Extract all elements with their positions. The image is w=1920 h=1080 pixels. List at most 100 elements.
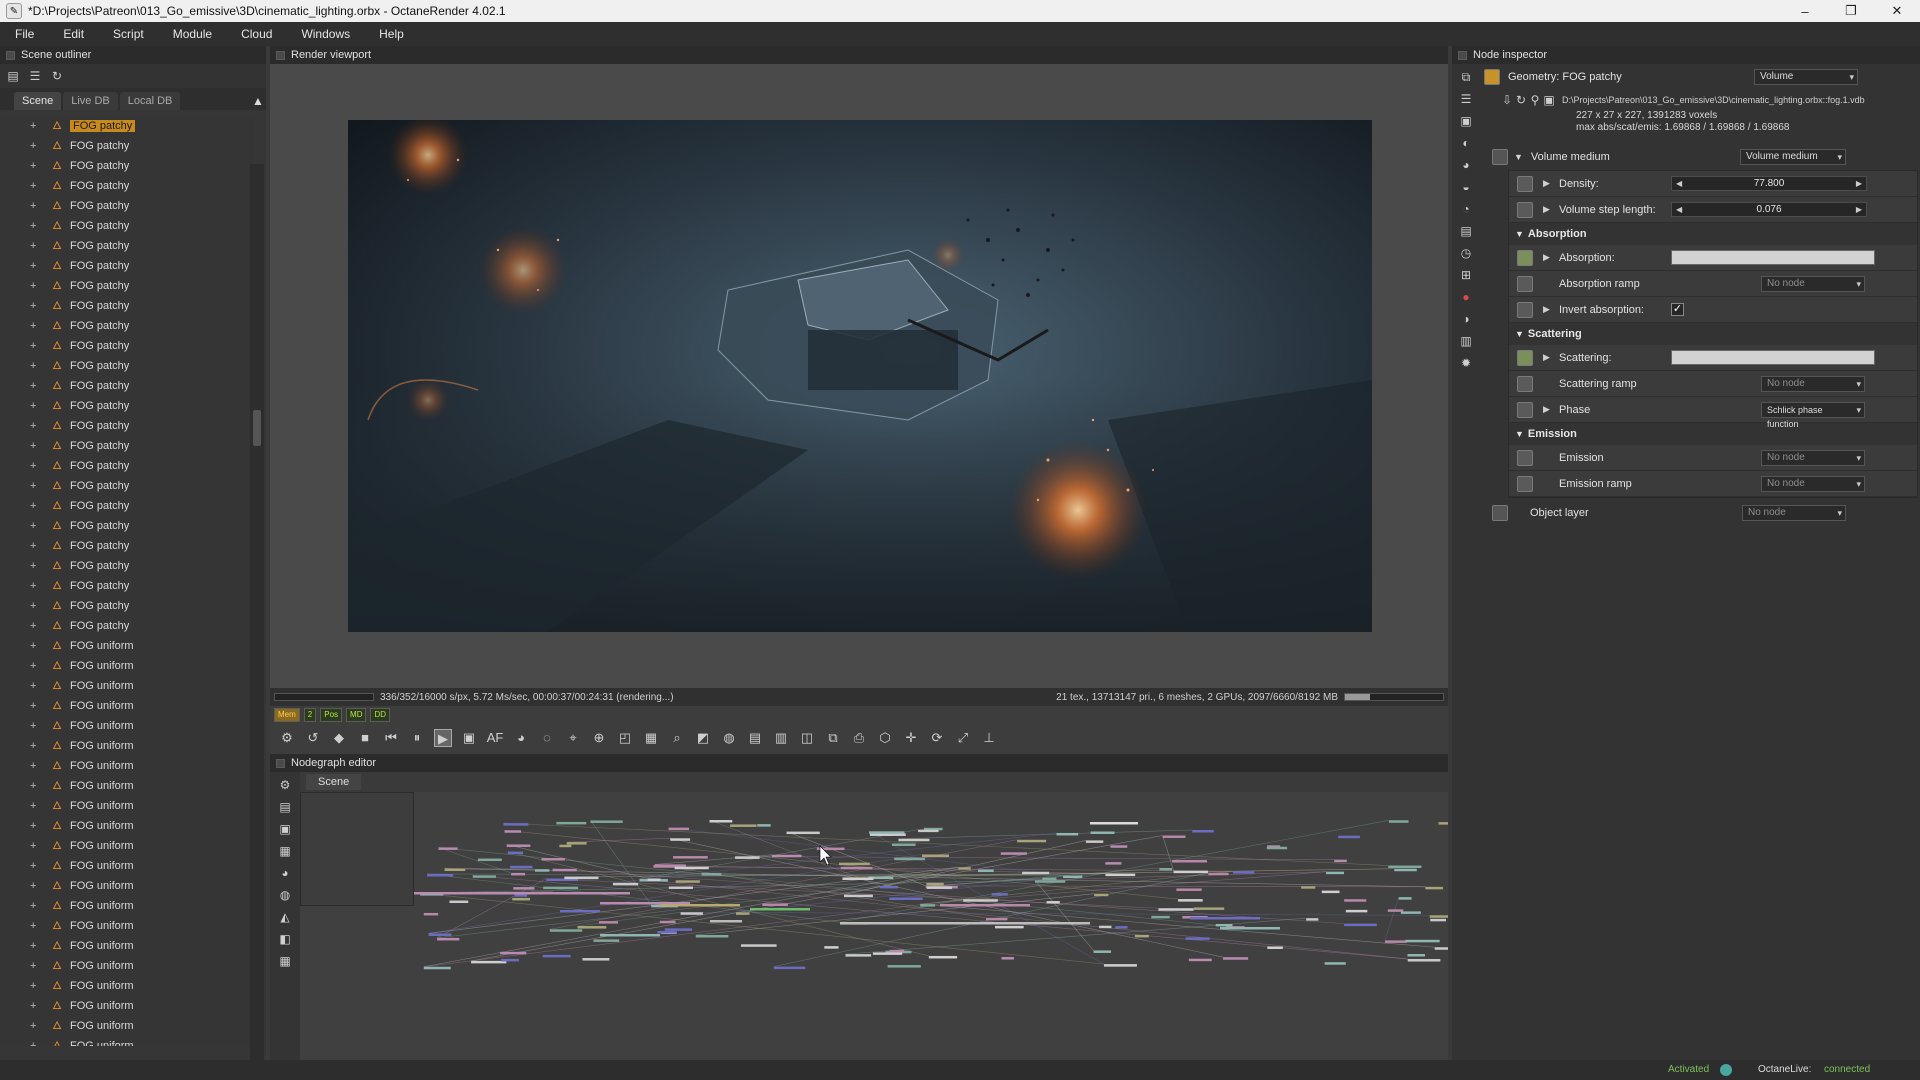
outliner-item-label[interactable]: FOG patchy: [70, 280, 129, 292]
panel-toggle-icon[interactable]: [276, 758, 285, 768]
graph-node[interactable]: [1190, 917, 1260, 920]
move-icon[interactable]: ✛: [902, 729, 920, 747]
graph-node[interactable]: [1110, 845, 1128, 848]
expand-plus-icon[interactable]: +: [30, 980, 42, 992]
expand-plus-icon[interactable]: +: [30, 500, 42, 512]
absorption-color-swatch[interactable]: [1671, 250, 1875, 265]
graph-node[interactable]: [541, 858, 565, 861]
outliner-item-label[interactable]: FOG patchy: [70, 620, 129, 632]
inspector-image-icon[interactable]: ▣: [1459, 114, 1473, 128]
expand-plus-icon[interactable]: +: [30, 240, 42, 252]
outliner-item-label[interactable]: FOG patchy: [70, 340, 129, 352]
graph-node[interactable]: [504, 830, 522, 833]
scattering-color-swatch[interactable]: [1671, 350, 1875, 365]
world-axis-icon[interactable]: ⊥: [980, 729, 998, 747]
graph-node[interactable]: [577, 926, 607, 929]
outliner-item-label[interactable]: FOG patchy: [70, 480, 129, 492]
scroll-up-icon[interactable]: ▲: [252, 94, 264, 108]
outliner-item[interactable]: + 🜂 FOG uniform: [0, 796, 254, 816]
region-render-icon[interactable]: ◰: [616, 729, 634, 747]
graph-node[interactable]: [1171, 860, 1207, 863]
outliner-item[interactable]: + 🜂 FOG patchy: [0, 376, 254, 396]
graph-node[interactable]: [824, 946, 839, 949]
subsample-icon[interactable]: ▤: [746, 729, 764, 747]
graph-node[interactable]: [1407, 954, 1426, 957]
white-balance-icon[interactable]: ◕: [512, 729, 530, 747]
close-button[interactable]: ✕: [1874, 0, 1920, 22]
menu-edit[interactable]: Edit: [54, 27, 93, 41]
graph-node[interactable]: [1105, 862, 1122, 865]
expand-plus-icon[interactable]: +: [30, 440, 42, 452]
graph-node[interactable]: [709, 820, 733, 823]
graph-node[interactable]: [647, 878, 661, 882]
graph-node[interactable]: [1334, 859, 1347, 863]
outliner-item[interactable]: + 🜂 FOG uniform: [0, 896, 254, 916]
outliner-item-label[interactable]: FOG patchy: [70, 500, 129, 512]
start-render-icon[interactable]: ▶: [434, 729, 452, 747]
graph-node[interactable]: [1056, 832, 1079, 836]
graph-node[interactable]: [1429, 915, 1448, 918]
outliner-item[interactable]: + 🜂 FOG patchy: [0, 456, 254, 476]
inspector-emission-icon[interactable]: ●: [1459, 290, 1473, 304]
graph-node[interactable]: [898, 838, 930, 842]
graph-node[interactable]: [500, 951, 527, 955]
graph-node[interactable]: [991, 893, 1008, 896]
graph-node[interactable]: [839, 862, 870, 866]
graph-node[interactable]: [507, 851, 524, 855]
graph-node[interactable]: [1338, 835, 1360, 839]
node-grid-icon[interactable]: ▦: [278, 954, 292, 968]
recompile-icon[interactable]: ⚙: [278, 729, 296, 747]
graph-node[interactable]: [920, 904, 935, 907]
object-layer-dropdown[interactable]: No node: [1742, 505, 1846, 521]
geometry-type-dropdown[interactable]: Volume: [1754, 69, 1858, 85]
inspector-imager-icon[interactable]: ▥: [1459, 334, 1473, 348]
graph-node[interactable]: [845, 954, 872, 957]
outliner-item[interactable]: + 🜂 FOG uniform: [0, 636, 254, 656]
graph-node[interactable]: [750, 908, 810, 911]
render-priority-icon[interactable]: ◫: [798, 729, 816, 747]
copy-clipboard-icon[interactable]: ⧉: [824, 729, 842, 747]
graph-node[interactable]: [730, 824, 757, 827]
graph-node[interactable]: [427, 873, 454, 877]
graph-node[interactable]: [1188, 958, 1212, 962]
expand-plus-icon[interactable]: +: [30, 1020, 42, 1032]
graph-node[interactable]: [735, 856, 760, 859]
outliner-item[interactable]: + 🜂 FOG uniform: [0, 656, 254, 676]
outliner-item-label[interactable]: FOG patchy: [70, 600, 129, 612]
graph-node[interactable]: [1306, 918, 1319, 921]
inspector-medium-icon[interactable]: ◑: [1459, 312, 1473, 326]
tab-scene[interactable]: Scene: [14, 92, 62, 110]
expand-plus-icon[interactable]: +: [30, 520, 42, 532]
stop-icon[interactable]: ■: [356, 729, 374, 747]
graph-node[interactable]: [1159, 867, 1173, 871]
graph-node[interactable]: [653, 865, 675, 868]
graph-node[interactable]: [428, 933, 452, 936]
expand-plus-icon[interactable]: +: [30, 660, 42, 672]
outliner-item[interactable]: + 🜂 FOG patchy: [0, 396, 254, 416]
expand-plus-icon[interactable]: +: [30, 900, 42, 912]
graph-node[interactable]: [560, 910, 600, 913]
expand-plus-icon[interactable]: +: [30, 860, 42, 872]
inspector-material-icon[interactable]: ◔: [1459, 202, 1473, 216]
graph-node[interactable]: [1176, 888, 1202, 891]
scattering-section[interactable]: ▼ Scattering: [1509, 323, 1917, 345]
outliner-item[interactable]: + 🜂 FOG uniform: [0, 676, 254, 696]
outliner-item[interactable]: + 🜂 FOG uniform: [0, 976, 254, 996]
graph-node[interactable]: [1400, 911, 1421, 914]
outliner-item[interactable]: + 🜂 FOG patchy: [0, 176, 254, 196]
outliner-item[interactable]: + 🜂 FOG uniform: [0, 776, 254, 796]
graph-node[interactable]: [512, 897, 530, 901]
graph-node[interactable]: [657, 930, 677, 934]
rotate-icon[interactable]: ⟳: [928, 729, 946, 747]
graph-node[interactable]: [582, 958, 610, 961]
expand-plus-icon[interactable]: +: [30, 280, 42, 292]
graph-node[interactable]: [566, 842, 587, 845]
graph-node[interactable]: [879, 885, 899, 889]
density-slider[interactable]: ◀ 77.800 ▶: [1671, 176, 1867, 191]
expand-plus-icon[interactable]: +: [30, 420, 42, 432]
graph-node[interactable]: [1162, 835, 1186, 838]
graph-node[interactable]: [986, 917, 1008, 921]
graph-node[interactable]: [549, 929, 583, 932]
expand-plus-icon[interactable]: +: [30, 340, 42, 352]
outliner-item-label[interactable]: FOG uniform: [70, 880, 134, 892]
